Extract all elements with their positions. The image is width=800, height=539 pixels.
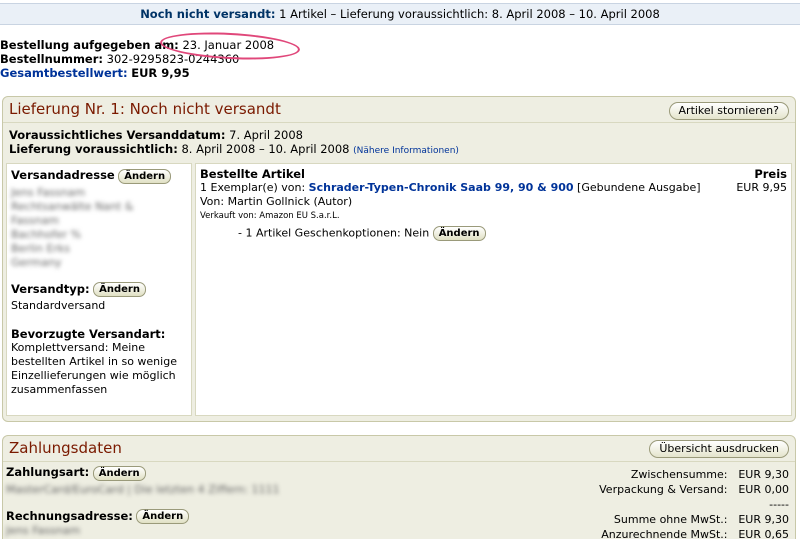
delivery-label: Lieferung voraussichtlich:	[9, 142, 178, 156]
price-header: Preis	[754, 167, 787, 181]
billing-address-value: Jens Fassnam	[6, 524, 81, 537]
shiptype-label: Versandtyp:	[11, 281, 90, 296]
subtotal-label: Zwischensumme:	[630, 468, 728, 481]
print-summary-button[interactable]: Übersicht ausdrucken	[649, 440, 789, 458]
items-header: Bestellte Artikel	[200, 167, 305, 181]
change-payment-button[interactable]: Ändern	[92, 465, 146, 481]
payment-box: Zahlungsdaten Übersicht ausdrucken Zahlu…	[2, 435, 796, 539]
item-format: [Gebundene Ausgabe]	[577, 181, 701, 194]
order-total-label: Gesamtbestellwert:	[0, 66, 128, 80]
item-seller: Verkauft von: Amazon EU S.a.r.L.	[200, 211, 340, 221]
vat-value: EUR 0,65	[738, 528, 789, 539]
shipping-details-panel: Versandadresse Ändern Jens Fassnam Recht…	[6, 163, 192, 416]
shiptype-value: Standardversand	[11, 299, 106, 312]
payment-details: Zahlungsart: Ändern MasterCard/EuroCard …	[6, 465, 456, 538]
change-address-button[interactable]: Ändern	[118, 168, 172, 184]
shipping-dates: Voraussichtliches Versanddatum: 7. April…	[9, 128, 459, 158]
net-total-value: EUR 9,30	[738, 513, 789, 526]
item-qty: 1 Exemplar(e) von:	[200, 181, 306, 194]
payment-method-value: MasterCard/EuroCard | Die letzten 4 Ziff…	[6, 482, 280, 496]
status-label: Noch nicht versandt:	[140, 7, 276, 21]
order-number-label: Bestellnummer:	[0, 52, 104, 66]
item-author: Von: Martin Gollnick (Autor)	[200, 195, 353, 208]
payment-totals: Zwischensumme: EUR 9,30 Verpackung & Ver…	[489, 467, 789, 539]
status-bar: Noch nicht versandt: 1 Artikel – Lieferu…	[0, 3, 800, 25]
shipping-address: Jens Fassnam Rechtsanwälte Nant & Fassna…	[11, 185, 134, 269]
pref-shipping-label: Bevorzugte Versandart:	[11, 327, 166, 341]
ship-date: 7. April 2008	[229, 128, 303, 142]
billing-address-label: Rechnungsadresse:	[6, 508, 133, 523]
net-total-label: Summe ohne MwSt.:	[613, 513, 728, 526]
change-gift-button[interactable]: Ändern	[432, 226, 486, 241]
delivery-date: 8. April 2008 – 10. April 2008	[181, 142, 350, 156]
address-label: Versandadresse	[11, 168, 115, 182]
change-shiptype-button[interactable]: Ändern	[93, 282, 146, 297]
order-total: EUR 9,95	[131, 66, 190, 80]
ship-date-label: Voraussichtliches Versanddatum:	[9, 128, 226, 142]
gift-options: - 1 Artikel Geschenkoptionen: Nein	[238, 226, 430, 240]
shipping-cost-value: EUR 0,00	[738, 483, 789, 496]
item-title-link[interactable]: Schrader-Typen-Chronik Saab 99, 90 & 900	[309, 181, 574, 194]
item-price: EUR 9,95	[736, 181, 787, 194]
change-billing-button[interactable]: Ändern	[136, 509, 190, 524]
payment-method-label: Zahlungsart:	[6, 465, 90, 479]
pref-shipping-value: Komplettversand: Meine bestellten Artike…	[11, 341, 177, 396]
subtotal-value: EUR 9,30	[738, 468, 789, 481]
vat-label: Anzurechnende MwSt.:	[601, 528, 728, 539]
cancel-items-button[interactable]: Artikel stornieren?	[668, 102, 789, 120]
shipment-box: Lieferung Nr. 1: Noch nicht versandt Art…	[2, 96, 796, 422]
more-info-link[interactable]: (Nähere Informationen)	[353, 146, 459, 156]
shipping-cost-label: Verpackung & Versand:	[599, 483, 728, 496]
ordered-items-panel: Bestellte Artikel Preis EUR 9,95 1 Exemp…	[195, 163, 792, 416]
totals-divider: -----	[769, 498, 789, 511]
status-text: 1 Artikel – Lieferung voraussichtlich: 8…	[279, 7, 660, 21]
item-line: 1 Exemplar(e) von: Schrader-Typen-Chroni…	[200, 181, 787, 195]
order-placed-label: Bestellung aufgegeben am:	[0, 38, 179, 52]
